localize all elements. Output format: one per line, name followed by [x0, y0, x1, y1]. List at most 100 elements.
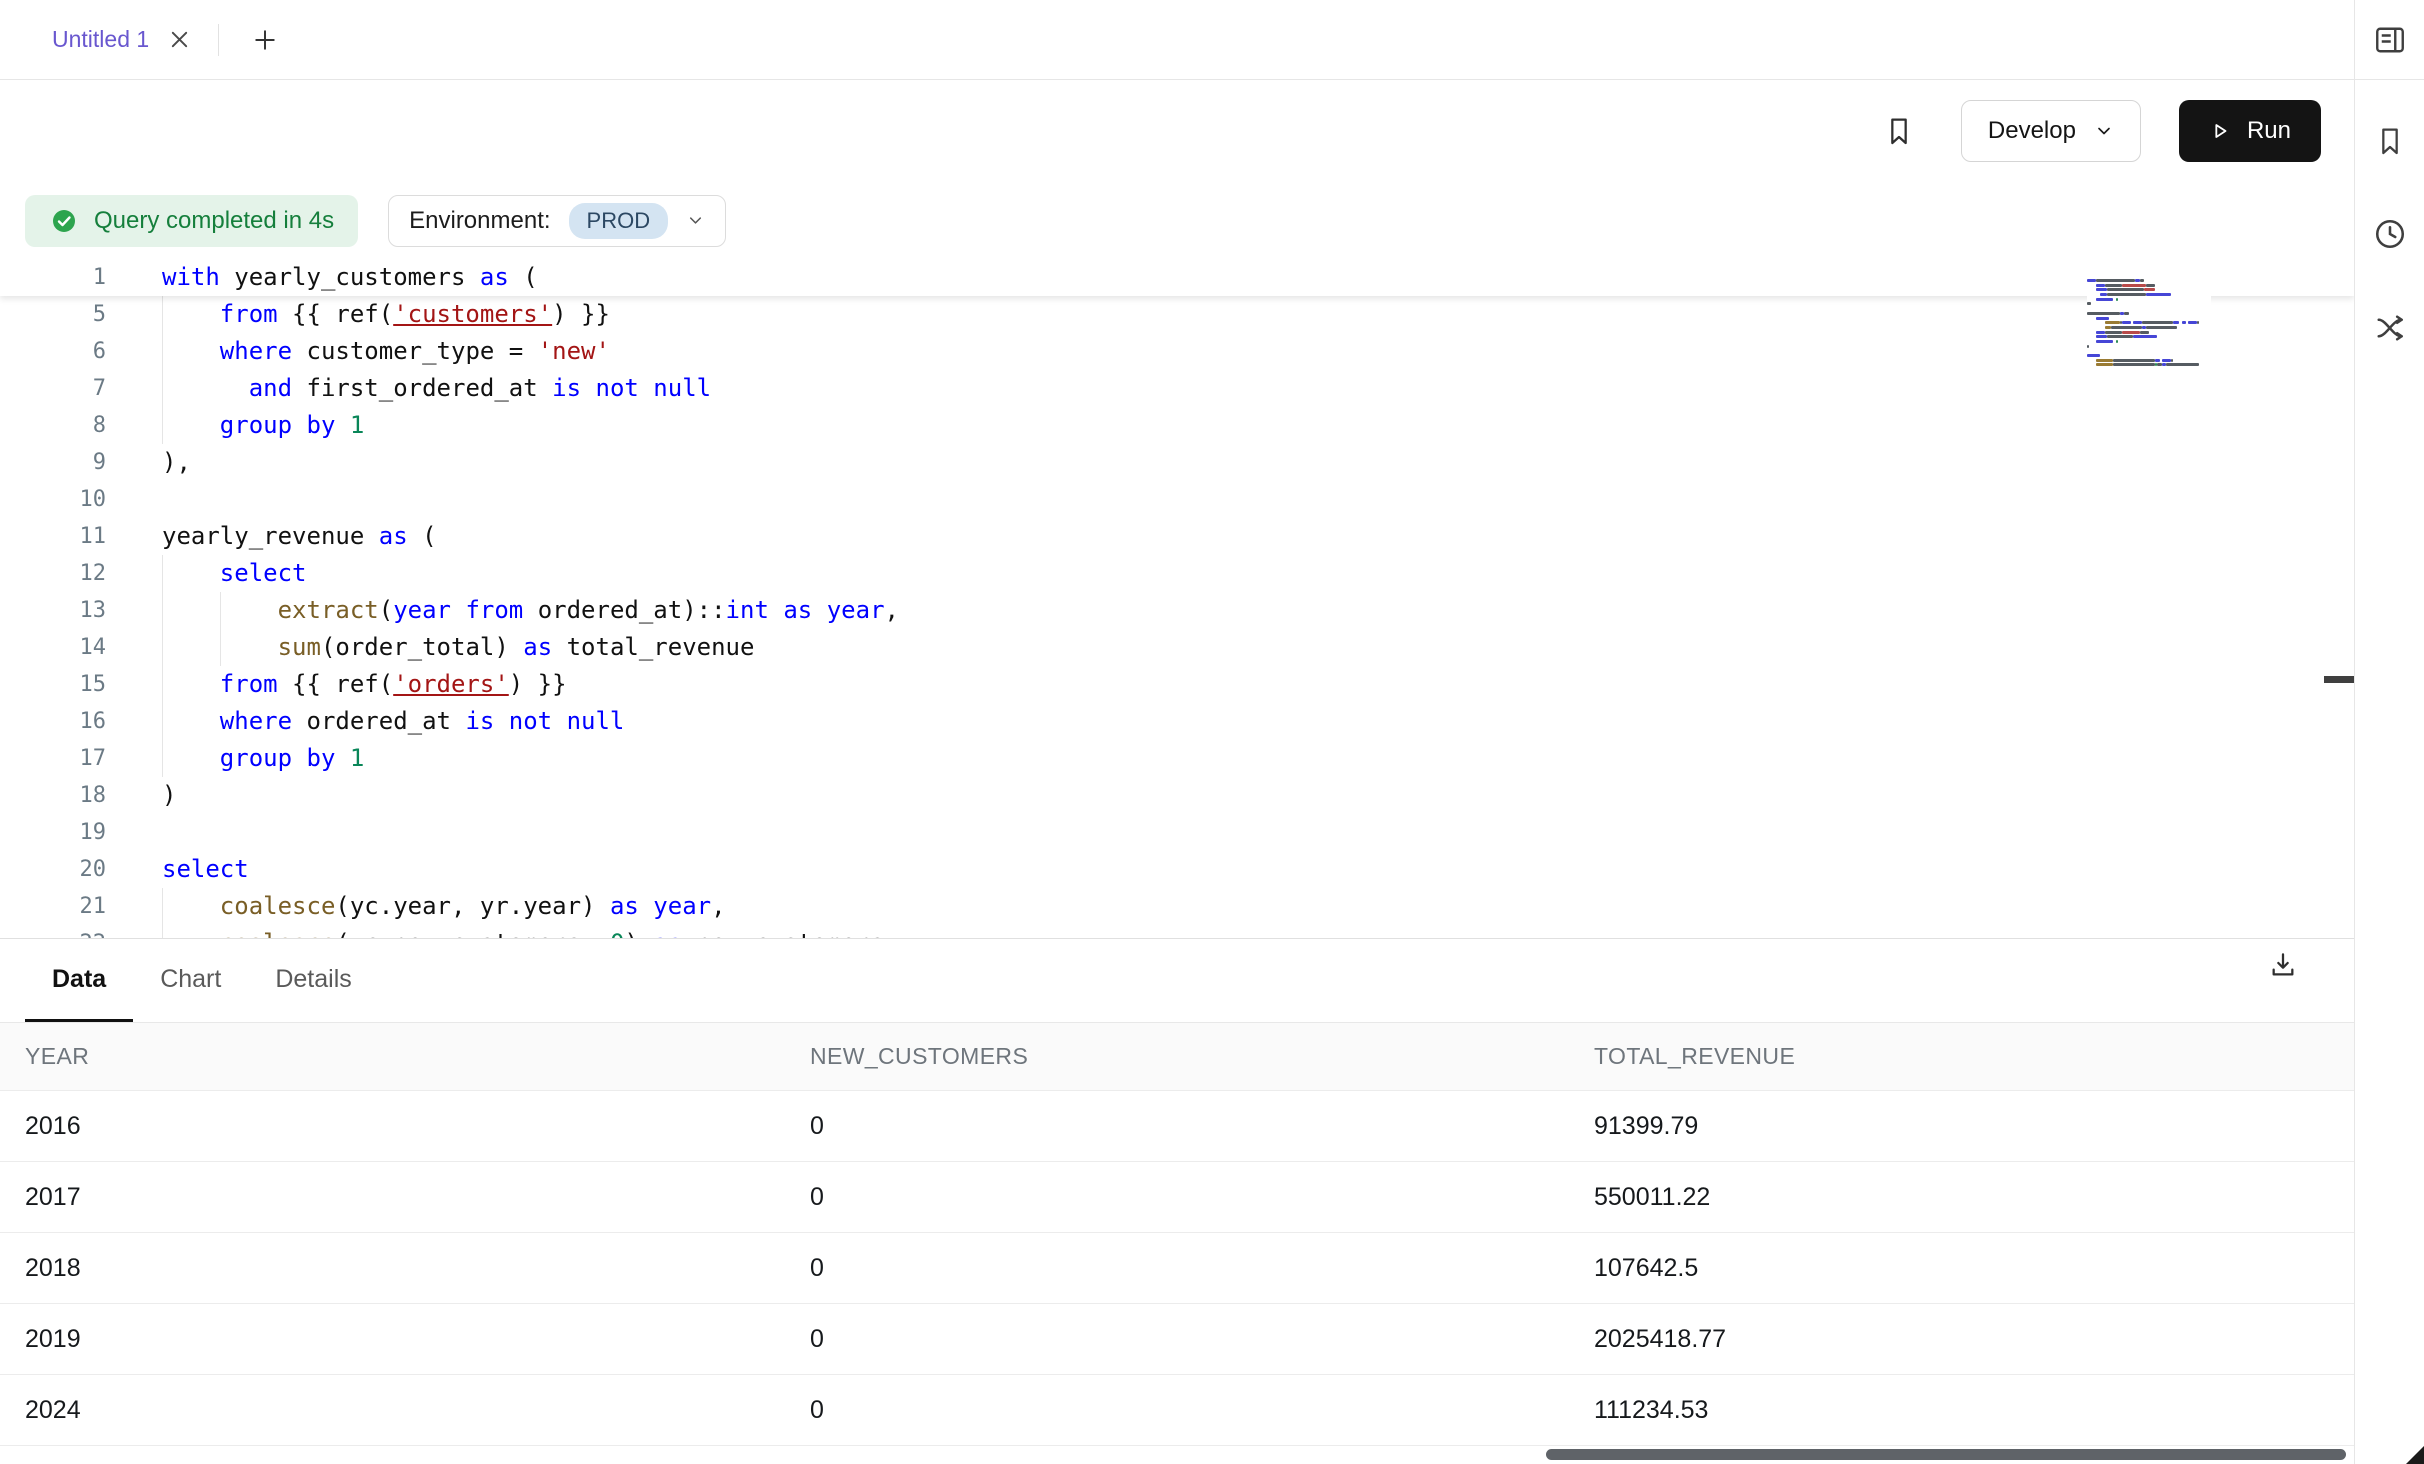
line-number: 19 — [0, 814, 106, 851]
code-text: ) — [162, 777, 176, 814]
minimap[interactable] — [2087, 279, 2211, 368]
code-line[interactable]: 17 group by 1 — [0, 740, 2354, 777]
table-cell: 2018 — [25, 1254, 810, 1283]
sidebar-icons — [2372, 80, 2408, 346]
results-tab-chart[interactable]: Chart — [133, 939, 248, 1022]
table-row[interactable]: 20170550011.22 — [0, 1162, 2354, 1233]
code-line[interactable]: 11yearly_revenue as ( — [0, 518, 2354, 555]
line-number: 5 — [0, 296, 106, 333]
line-number: 14 — [0, 629, 106, 666]
status-bar: Query completed in 4s Environment: PROD — [0, 182, 2354, 259]
code-line[interactable]: 18) — [0, 777, 2354, 814]
table-cell: 2025418.77 — [1594, 1325, 2354, 1354]
code-lines: 5 from {{ ref('customers') }}6 where cus… — [0, 296, 2354, 938]
chevron-down-icon — [686, 211, 705, 230]
table-cell: 2024 — [25, 1396, 810, 1425]
line-number: 11 — [0, 518, 106, 555]
code-text: with yearly_customers as ( — [162, 259, 538, 296]
code-text: group by 1 — [162, 407, 364, 444]
table-cell: 111234.53 — [1594, 1396, 2354, 1425]
query-status-pill: Query completed in 4s — [25, 195, 358, 247]
code-line[interactable]: 12 select — [0, 555, 2354, 592]
results-tab-details[interactable]: Details — [248, 939, 378, 1022]
code-line[interactable]: 16 where ordered_at is not null — [0, 703, 2354, 740]
app: Untitled 1 Devel — [0, 0, 2424, 1464]
code-text: group by 1 — [162, 740, 364, 777]
environment-label: Environment: — [409, 207, 550, 235]
table-cell: 0 — [810, 1183, 1594, 1212]
line-number: 22 — [0, 925, 106, 938]
code-line[interactable]: 14 sum(order_total) as total_revenue — [0, 629, 2354, 666]
results-tab-data[interactable]: Data — [25, 939, 133, 1022]
code-line[interactable]: 19 — [0, 814, 2354, 851]
code-text: coalesce(yc.year, yr.year) as year, — [162, 888, 726, 925]
code-line[interactable]: 8 group by 1 — [0, 407, 2354, 444]
table-cell: 550011.22 — [1594, 1183, 2354, 1212]
tab-untitled-1[interactable]: Untitled 1 — [0, 0, 218, 79]
code-line[interactable]: 7 and first_ordered_at is not null — [0, 370, 2354, 407]
code-text: ), — [162, 444, 191, 481]
code-text: coalesce(yc.new_customers, 0) as new_cus… — [162, 925, 899, 938]
table-cell: 2016 — [25, 1112, 810, 1141]
code-line[interactable]: 1with yearly_customers as ( — [0, 259, 2354, 296]
editor-sticky[interactable]: 1with yearly_customers as ( — [0, 259, 2354, 296]
code-line[interactable]: 22 coalesce(yc.new_customers, 0) as new_… — [0, 925, 2354, 938]
line-number: 8 — [0, 407, 106, 444]
line-number: 6 — [0, 333, 106, 370]
line-number: 7 — [0, 370, 106, 407]
download-button[interactable] — [2267, 949, 2299, 981]
column-header: TOTAL_REVENUE — [1594, 1043, 2354, 1070]
query-status-text: Query completed in 4s — [94, 207, 334, 235]
bookmark-button[interactable] — [1883, 114, 1915, 148]
code-editor[interactable]: 1with yearly_customers as ( 5 from {{ re… — [0, 259, 2354, 938]
close-icon[interactable] — [171, 31, 188, 48]
scrollbar-decoration[interactable] — [2324, 676, 2354, 683]
horizontal-scrollbar[interactable] — [1546, 1449, 2346, 1460]
line-number: 12 — [0, 555, 106, 592]
line-number: 9 — [0, 444, 106, 481]
table-row[interactable]: 201902025418.77 — [0, 1304, 2354, 1375]
line-number: 16 — [0, 703, 106, 740]
table-row[interactable]: 20180107642.5 — [0, 1233, 2354, 1304]
code-text: where customer_type = 'new' — [162, 333, 610, 370]
tab-label: Untitled 1 — [52, 26, 149, 53]
bookmark-icon[interactable] — [2374, 124, 2406, 158]
code-line[interactable]: 13 extract(year from ordered_at)::int as… — [0, 592, 2354, 629]
resize-corner[interactable] — [2406, 1446, 2424, 1464]
tab-bar: Untitled 1 — [0, 0, 2354, 80]
table-header-row: YEARNEW_CUSTOMERSTOTAL_REVENUE — [0, 1023, 2354, 1091]
line-number: 15 — [0, 666, 106, 703]
run-button[interactable]: Run — [2179, 100, 2321, 162]
check-circle-icon — [49, 206, 79, 236]
line-number: 20 — [0, 851, 106, 888]
lineage-icon[interactable] — [2372, 310, 2408, 346]
line-number: 18 — [0, 777, 106, 814]
sidebar-top — [2355, 0, 2424, 80]
environment-badge: PROD — [569, 203, 669, 239]
table-row[interactable]: 2016091399.79 — [0, 1091, 2354, 1162]
play-icon — [2209, 120, 2231, 142]
table-cell: 2017 — [25, 1183, 810, 1212]
code-line[interactable]: 9), — [0, 444, 2354, 481]
code-line[interactable]: 20select — [0, 851, 2354, 888]
code-line[interactable]: 5 from {{ ref('customers') }} — [0, 296, 2354, 333]
line-number: 17 — [0, 740, 106, 777]
code-text: select — [162, 555, 307, 592]
table-cell: 0 — [810, 1325, 1594, 1354]
code-line[interactable]: 10 — [0, 481, 2354, 518]
code-line[interactable]: 6 where customer_type = 'new' — [0, 333, 2354, 370]
tab-divider — [218, 24, 219, 56]
new-tab-button[interactable] — [245, 20, 285, 60]
environment-selector[interactable]: Environment: PROD — [388, 195, 726, 247]
run-label: Run — [2247, 117, 2291, 145]
develop-label: Develop — [1988, 117, 2076, 145]
code-line[interactable]: 15 from {{ ref('orders') }} — [0, 666, 2354, 703]
code-text: from {{ ref('customers') }} — [162, 296, 610, 333]
develop-dropdown[interactable]: Develop — [1961, 100, 2141, 162]
download-icon — [2267, 949, 2299, 981]
table-cell: 0 — [810, 1396, 1594, 1425]
code-line[interactable]: 21 coalesce(yc.year, yr.year) as year, — [0, 888, 2354, 925]
history-clock-icon[interactable] — [2372, 216, 2408, 252]
table-row[interactable]: 20240111234.53 — [0, 1375, 2354, 1446]
panel-list-icon[interactable] — [2372, 22, 2408, 58]
